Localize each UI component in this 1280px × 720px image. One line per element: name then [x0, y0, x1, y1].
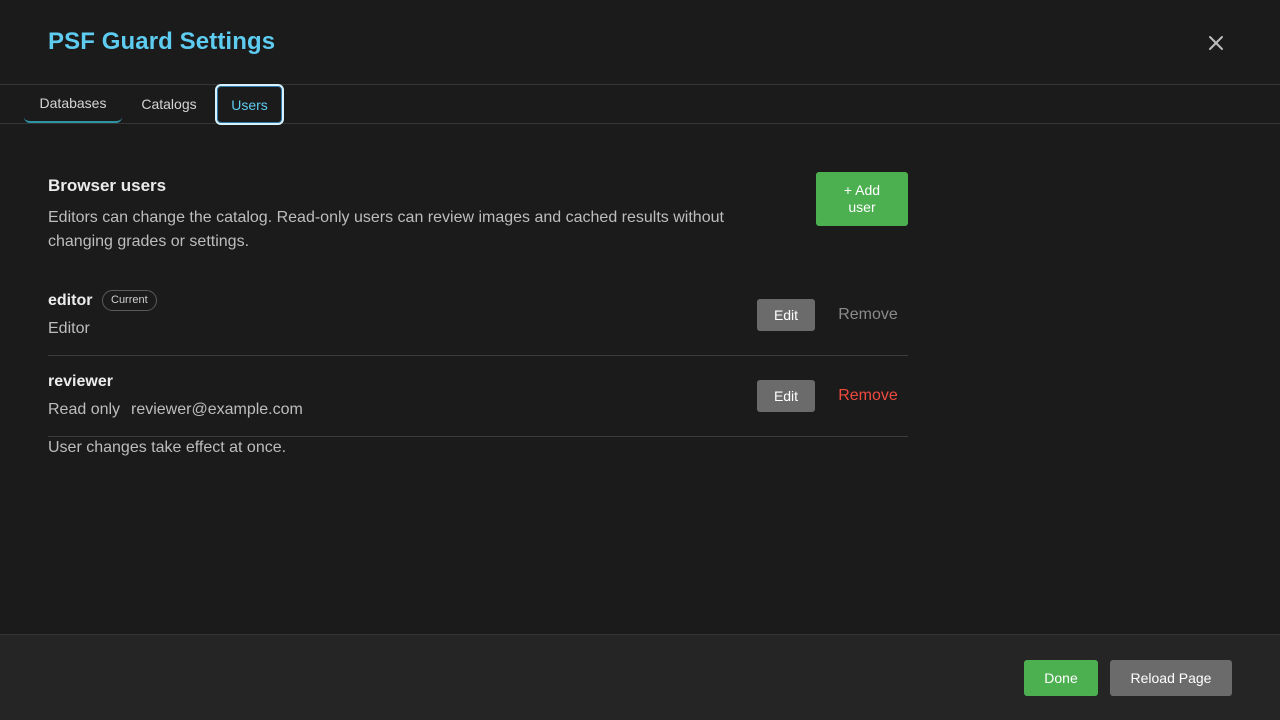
user-row: reviewer Read only reviewer@example.com …: [48, 356, 908, 437]
user-name: reviewer: [48, 373, 113, 390]
user-name: editor: [48, 292, 93, 309]
settings-dialog: PSF Guard Settings Databases Catalogs Us…: [0, 0, 1280, 720]
user-role: Editor: [48, 320, 90, 337]
dialog-footer: Done Reload Page: [0, 634, 1280, 720]
tab-users[interactable]: Users: [215, 84, 284, 125]
close-button[interactable]: [1203, 32, 1229, 58]
add-user-button[interactable]: + Add user: [816, 172, 908, 226]
section-description: Editors can change the catalog. Read-onl…: [48, 209, 724, 250]
reload-page-button[interactable]: Reload Page: [1110, 660, 1232, 696]
remove-user-button[interactable]: Remove: [828, 380, 908, 412]
dialog-header: PSF Guard Settings: [0, 0, 1280, 85]
tab-catalogs[interactable]: Catalogs: [128, 85, 210, 123]
user-email: reviewer@example.com: [131, 401, 303, 418]
remove-user-button[interactable]: Remove: [828, 299, 908, 331]
edit-user-button[interactable]: Edit: [757, 380, 815, 412]
close-icon: [1208, 35, 1224, 56]
dialog-title: PSF Guard Settings: [48, 28, 276, 55]
user-role: Read only: [48, 401, 121, 418]
users-footnote: User changes take effect at once.: [48, 439, 287, 456]
tab-databases[interactable]: Databases: [24, 85, 122, 123]
settings-tabs: Databases Catalogs Users: [0, 84, 1280, 125]
edit-user-button[interactable]: Edit: [757, 299, 815, 331]
user-row: editor Current Editor Edit Remove: [48, 275, 908, 356]
done-button[interactable]: Done: [1024, 660, 1098, 696]
current-badge: Current: [102, 290, 157, 311]
section-title: Browser users: [48, 176, 167, 195]
